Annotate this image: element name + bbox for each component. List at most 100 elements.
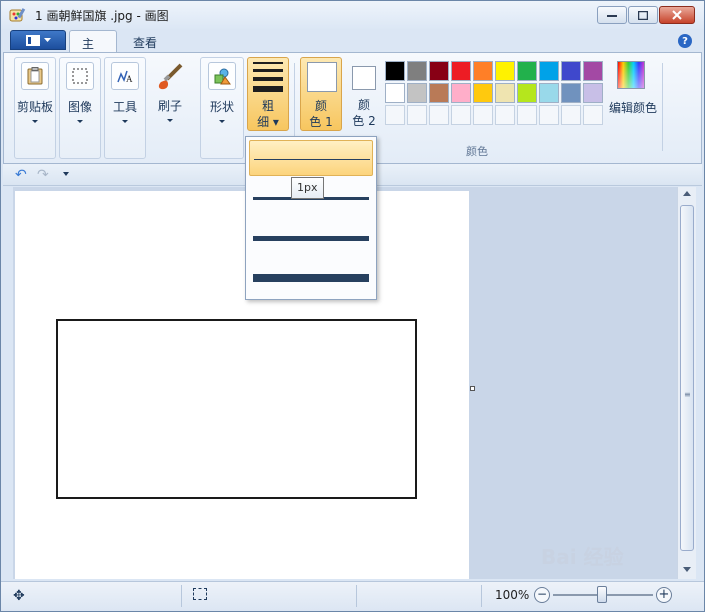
minimize-button[interactable] [597,6,627,24]
canvas-resize-handle[interactable] [470,386,475,391]
color2-button[interactable]: 颜 色 2 [344,57,384,131]
tab-home[interactable]: 主页 [69,30,117,68]
scroll-down-icon[interactable] [683,567,691,572]
help-icon[interactable]: ? [678,34,692,48]
palette-row-custom [385,105,605,125]
palette-custom-slot[interactable] [429,105,449,125]
clipboard-label: 剪贴板 [16,100,53,114]
vertical-scrollbar[interactable]: ≡ [677,187,696,579]
paint-window: 1 画朝鲜国旗 .jpg - 画图 主页 查看 ? 剪贴板 [0,0,705,612]
status-separator [356,585,357,607]
palette-custom-slot[interactable] [517,105,537,125]
edit-colors-label: 编辑颜色 [608,101,657,115]
palette-color[interactable] [539,83,559,103]
drawn-rectangle [56,319,417,499]
image-button[interactable]: 图像 [59,57,101,159]
line-sample [253,236,369,241]
drawing-canvas[interactable] [15,191,469,579]
palette-custom-slot[interactable] [495,105,515,125]
palette-custom-slot[interactable] [473,105,493,125]
palette-color[interactable] [561,61,581,81]
brushes-button[interactable]: 刷子 [149,57,191,159]
palette-color[interactable] [495,61,515,81]
chevron-down-icon [32,120,38,123]
palette-color[interactable] [517,61,537,81]
image-label: 图像 [67,100,92,114]
color2-label-line2: 色 2 [352,114,376,128]
palette-custom-slot[interactable] [539,105,559,125]
palette-color[interactable] [583,61,603,81]
status-separator [481,585,482,607]
palette-color[interactable] [561,83,581,103]
line-size-option[interactable] [249,260,373,296]
redo-icon[interactable]: ↷ [37,167,49,183]
palette-custom-slot[interactable] [385,105,405,125]
ribbon-separator [662,63,663,151]
palette-custom-slot[interactable] [451,105,471,125]
palette-color[interactable] [473,83,493,103]
palette-color[interactable] [407,83,427,103]
svg-text:A: A [126,74,133,84]
brush-icon [154,61,186,93]
chevron-down-icon [219,120,225,123]
paint-app-icon[interactable] [9,7,27,23]
palette-custom-slot[interactable] [407,105,427,125]
color-picker-icon [617,61,645,89]
color2-label-line1: 颜 [357,98,370,112]
maximize-button[interactable] [628,6,658,24]
close-button[interactable] [659,6,695,24]
customize-toolbar-icon[interactable] [63,172,69,176]
scroll-thumb[interactable]: ≡ [680,205,694,551]
palette-color[interactable] [451,83,471,103]
maximize-icon [638,10,648,20]
palette-custom-slot[interactable] [561,105,581,125]
zoom-slider-thumb[interactable] [597,586,607,603]
shapes-icon [208,62,236,90]
palette-color[interactable] [385,83,405,103]
edit-colors-button[interactable]: 编辑颜色 [607,57,659,131]
zoom-out-button[interactable]: − [534,587,550,603]
tab-view[interactable]: 查看 [121,30,171,53]
status-bar: ✥ 100% − + [1,581,704,611]
line-sample [253,274,369,282]
color2-label: 颜 色 2 [344,97,384,129]
zoom-in-button[interactable]: + [656,587,672,603]
colors-group-caption: 颜色 [466,145,488,158]
palette-color[interactable] [451,61,471,81]
line-size-option[interactable] [249,140,373,176]
brushes-label: 刷子 [157,99,182,113]
watermark: Bai 经验 [541,545,624,569]
palette-color[interactable] [429,83,449,103]
chevron-down-icon [167,119,173,122]
shapes-label: 形状 [209,100,234,114]
palette-color[interactable] [517,83,537,103]
palette-color[interactable] [583,83,603,103]
color1-label: 颜 色 1 [301,98,341,130]
status-separator [181,585,182,607]
palette-custom-slot[interactable] [583,105,603,125]
clipboard-button[interactable]: 剪贴板 [14,57,56,159]
color2-swatch [352,66,376,90]
undo-icon[interactable]: ↶ [15,167,27,183]
color1-button[interactable]: 颜 色 1 [300,57,342,131]
title-bar: 1 画朝鲜国旗 .jpg - 画图 [1,1,704,29]
ribbon-tab-bar: 主页 查看 ? [1,29,704,68]
line-size-option[interactable] [249,220,373,256]
palette-color[interactable] [473,61,493,81]
palette-color[interactable] [539,61,559,81]
shapes-button[interactable]: 形状 [200,57,244,159]
paint-menu-button[interactable] [10,30,66,50]
chevron-down-icon [77,120,83,123]
cursor-position-icon: ✥ [13,588,25,604]
tools-button[interactable]: A 工具 [104,57,146,159]
color1-label-line2: 色 1 [309,115,333,129]
chevron-down-icon [122,120,128,123]
palette-color[interactable] [385,61,405,81]
color1-label-line1: 颜 [314,99,327,113]
palette-color[interactable] [495,83,515,103]
palette-color[interactable] [429,61,449,81]
palette-color[interactable] [407,61,427,81]
scroll-up-icon[interactable] [683,191,691,196]
line-size-menu [245,136,377,300]
line-size-button[interactable]: 粗 细 ▾ [247,57,289,131]
